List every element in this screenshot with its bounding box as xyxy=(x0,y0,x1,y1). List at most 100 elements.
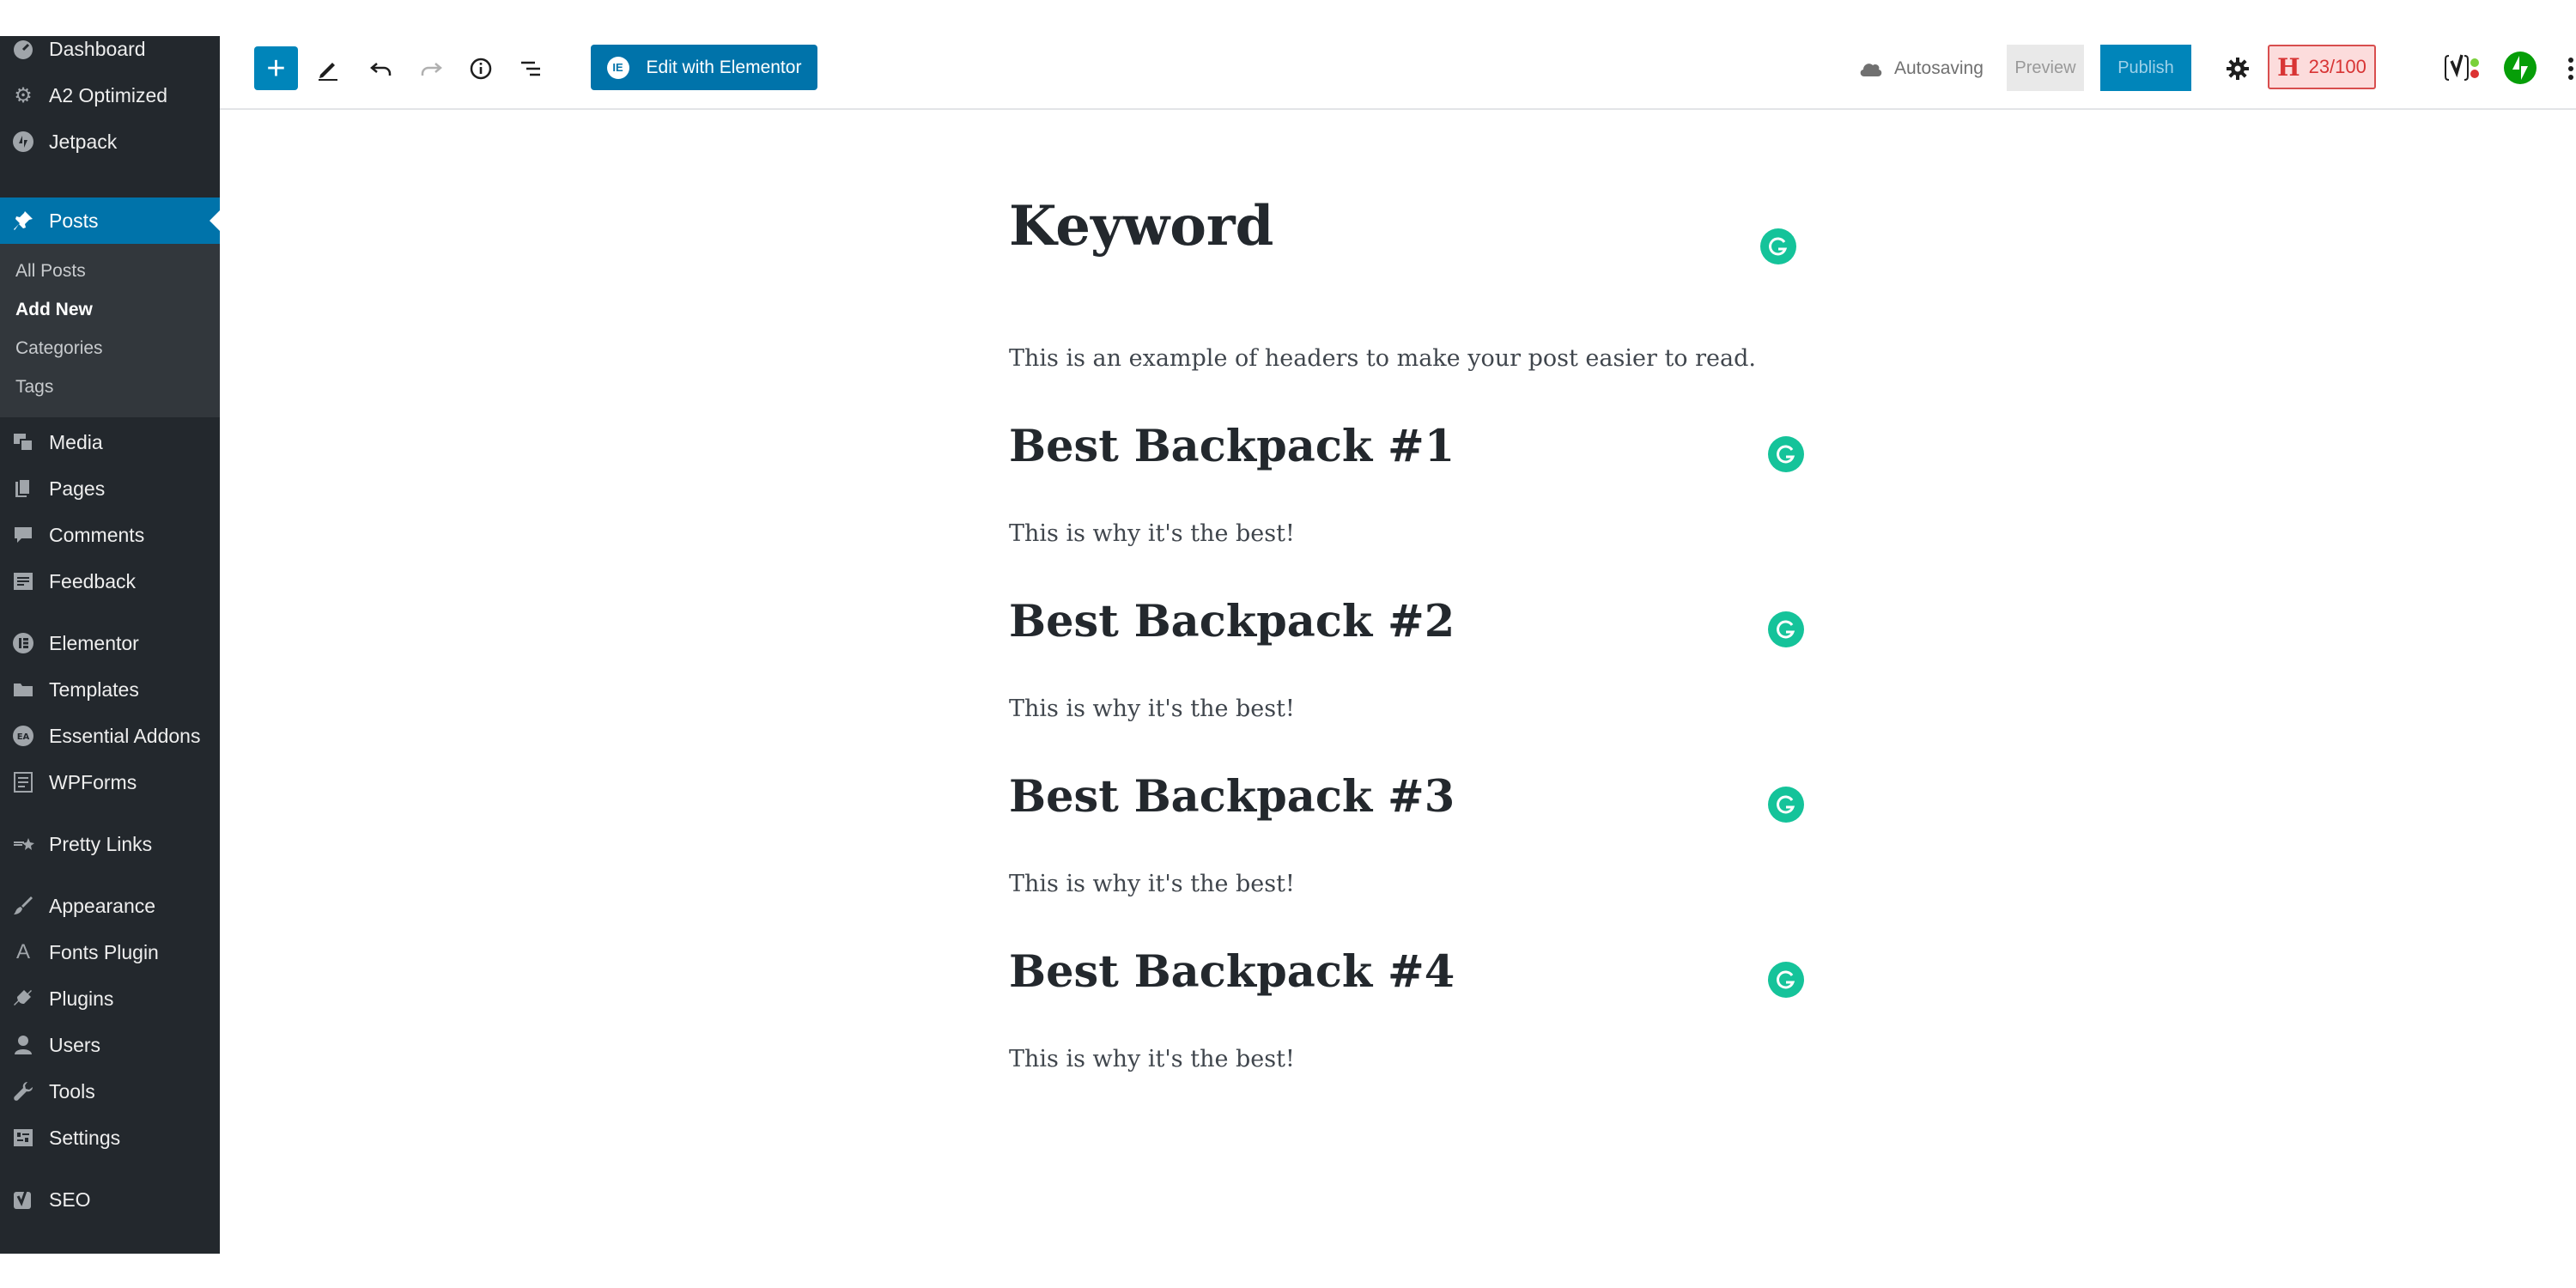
sidebar-item-label: Pretty Links xyxy=(49,832,153,855)
feedback-icon xyxy=(12,570,34,592)
pushpin-icon xyxy=(12,210,34,232)
preview-button[interactable]: Preview xyxy=(2007,45,2084,91)
submenu-categories[interactable]: Categories xyxy=(15,338,103,359)
post-title[interactable]: Keyword xyxy=(1009,194,1273,258)
sidebar-item-label: Dashboard xyxy=(49,37,146,60)
redo-button[interactable] xyxy=(416,53,447,84)
editor-toolbar: + IE Edit with Elementor Autosaving Prev… xyxy=(220,36,2576,110)
grammarly-button[interactable] xyxy=(1768,611,1804,647)
sidebar-item-pretty-links[interactable]: Pretty Links xyxy=(0,821,220,867)
sidebar-item-label: Media xyxy=(49,430,103,453)
sidebar-item-wpforms[interactable]: WPForms xyxy=(0,759,220,805)
submenu-tags[interactable]: Tags xyxy=(15,377,53,398)
elementor-icon: IE xyxy=(606,56,629,79)
sidebar-item-media[interactable]: Media xyxy=(0,419,220,465)
sidebar-item-templates[interactable]: Templates xyxy=(0,666,220,713)
settings-icon xyxy=(12,1127,34,1149)
sidebar-item-posts[interactable]: Posts xyxy=(0,197,220,244)
sidebar-item-dashboard[interactable]: Dashboard xyxy=(0,36,220,72)
redo-icon xyxy=(421,63,442,76)
heading-block[interactable]: Best Backpack #1 xyxy=(1009,421,1455,472)
sidebar-item-settings[interactable]: Settings xyxy=(0,1115,220,1161)
sidebar-item-a2-optimized[interactable]: ⚙ A2 Optimized xyxy=(0,72,220,118)
pencil-icon xyxy=(319,63,337,81)
undo-button[interactable] xyxy=(366,53,397,84)
sidebar-item-pages[interactable]: Pages xyxy=(0,465,220,512)
add-block-button[interactable]: + xyxy=(254,46,298,90)
grammarly-icon xyxy=(1777,795,1795,814)
elementor-button-label: Edit with Elementor xyxy=(646,57,802,77)
comments-icon xyxy=(12,524,34,546)
sidebar-item-label: Appearance xyxy=(49,894,156,917)
more-options-button[interactable] xyxy=(2559,52,2576,86)
heading-block[interactable]: Best Backpack #4 xyxy=(1009,946,1455,998)
yoast-icon xyxy=(12,1188,34,1211)
top-blank-strip xyxy=(0,0,2576,36)
sidebar-item-label: Tools xyxy=(49,1079,95,1103)
submenu-add-new[interactable]: Add New xyxy=(15,300,93,320)
grammarly-button[interactable] xyxy=(1768,962,1804,998)
jetpack-button[interactable] xyxy=(2502,50,2538,86)
svg-text:EA: EA xyxy=(17,732,30,742)
sidebar-item-label: WPForms xyxy=(49,770,137,793)
outline-button[interactable] xyxy=(515,53,546,84)
sidebar-item-comments[interactable]: Comments xyxy=(0,512,220,558)
sidebar-item-feedback[interactable]: Feedback xyxy=(0,558,220,605)
grammarly-button[interactable] xyxy=(1768,436,1804,472)
paragraph-block[interactable]: This is an example of headers to make yo… xyxy=(1009,345,1756,372)
paragraph-block[interactable]: This is why it's the best! xyxy=(1009,871,1295,897)
sidebar-item-seo[interactable]: SEO xyxy=(0,1176,220,1223)
grammarly-button[interactable] xyxy=(1760,228,1796,264)
plugin-icon xyxy=(12,987,34,1010)
pretty-links-icon xyxy=(12,833,34,855)
sidebar-item-appearance[interactable]: Appearance xyxy=(0,883,220,929)
info-icon xyxy=(470,58,492,80)
sidebar-item-elementor[interactable]: Elementor xyxy=(0,620,220,666)
sidebar-item-label: Jetpack xyxy=(49,130,118,153)
tools-button[interactable] xyxy=(313,53,343,84)
sidebar-item-label: Plugins xyxy=(49,987,114,1010)
sidebar-item-plugins[interactable]: Plugins xyxy=(0,975,220,1022)
pages-icon xyxy=(12,477,34,500)
autosave-status: Autosaving xyxy=(1858,55,1984,82)
sidebar-item-jetpack[interactable]: Jetpack xyxy=(0,118,220,165)
users-icon xyxy=(12,1034,34,1056)
publish-button[interactable]: Publish xyxy=(2100,45,2191,91)
sidebar-item-label: Settings xyxy=(49,1126,121,1149)
forms-icon xyxy=(12,771,34,793)
sidebar-item-label: Comments xyxy=(49,523,145,546)
list-outline-icon xyxy=(521,61,540,76)
paragraph-block[interactable]: This is why it's the best! xyxy=(1009,520,1295,547)
admin-sidebar: Dashboard ⚙ A2 Optimized Jetpack Posts A… xyxy=(0,36,220,1254)
heading-block[interactable]: Best Backpack #2 xyxy=(1009,596,1455,647)
folder-icon xyxy=(12,678,34,701)
seo-score-badge[interactable]: H 23/100 xyxy=(2268,45,2376,89)
grammarly-button[interactable] xyxy=(1768,787,1804,823)
posts-submenu: All Posts Add New Categories Tags xyxy=(0,244,220,417)
edit-with-elementor-button[interactable]: IE Edit with Elementor xyxy=(591,45,817,90)
wrench-icon xyxy=(12,1080,34,1103)
plus-icon: + xyxy=(266,50,286,87)
sidebar-item-label: Essential Addons xyxy=(49,724,201,747)
paragraph-block[interactable]: This is why it's the best! xyxy=(1009,696,1295,722)
info-button[interactable] xyxy=(465,53,496,84)
settings-button[interactable] xyxy=(2222,53,2253,84)
sidebar-item-essential-addons[interactable]: EA Essential Addons xyxy=(0,713,220,759)
jetpack-icon xyxy=(12,131,34,153)
submenu-all-posts[interactable]: All Posts xyxy=(15,261,86,282)
autosave-label: Autosaving xyxy=(1894,58,1984,78)
sidebar-item-users[interactable]: Users xyxy=(0,1022,220,1068)
sidebar-item-label: SEO xyxy=(49,1188,91,1211)
sidebar-item-label: Posts xyxy=(49,209,99,232)
sidebar-item-label: Feedback xyxy=(49,569,137,592)
undo-icon xyxy=(370,63,392,76)
sidebar-item-fonts-plugin[interactable]: A Fonts Plugin xyxy=(0,929,220,975)
sidebar-item-tools[interactable]: Tools xyxy=(0,1068,220,1115)
yoast-button[interactable] xyxy=(2444,50,2487,86)
gear-icon: ⚙ xyxy=(14,83,33,107)
paragraph-block[interactable]: This is why it's the best! xyxy=(1009,1046,1295,1072)
bottom-blank-strip xyxy=(0,1254,2576,1288)
elementor-icon xyxy=(12,632,34,654)
heading-block[interactable]: Best Backpack #3 xyxy=(1009,771,1455,823)
grammarly-icon xyxy=(1769,237,1788,256)
